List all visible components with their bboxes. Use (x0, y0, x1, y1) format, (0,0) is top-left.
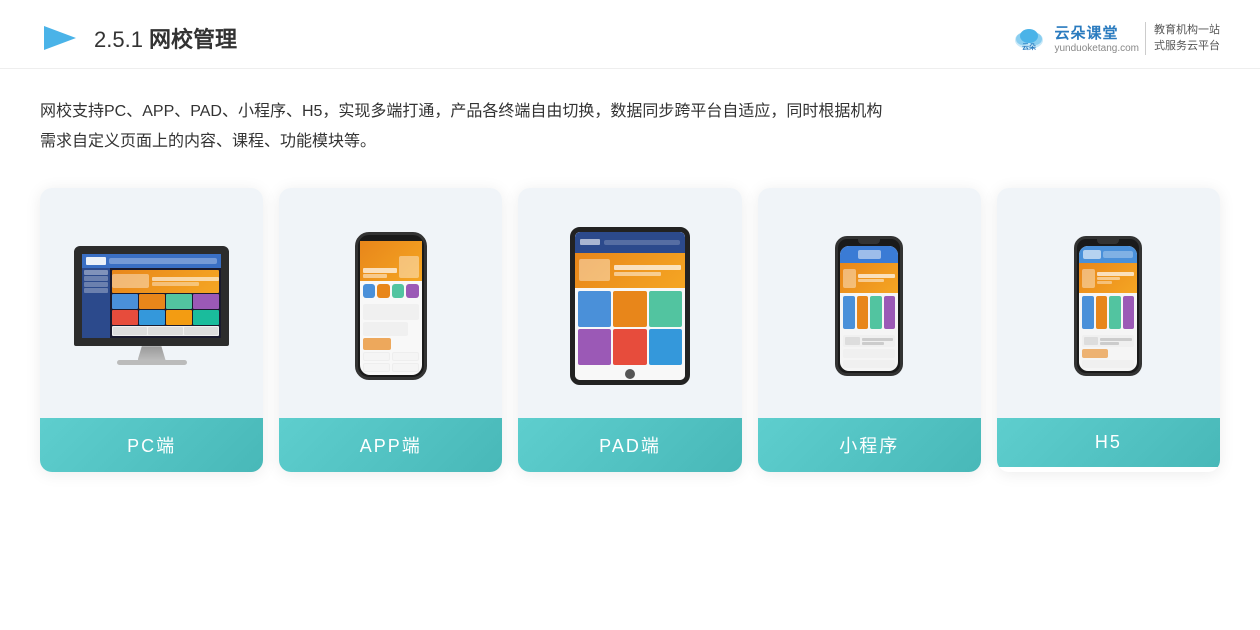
page-title: 2.5.1 网校管理 (94, 22, 237, 54)
card-app-label: APP端 (279, 418, 502, 472)
brand-name: 云朵课堂 (1054, 22, 1139, 43)
card-pad-image (518, 188, 741, 418)
brand-slogan: 教育机构一站 式服务云平台 (1145, 22, 1220, 55)
h5-phone (1074, 236, 1142, 376)
brand-url: yunduoketang.com (1054, 43, 1139, 54)
logo-arrow-icon (40, 18, 80, 58)
card-pc: PC端 (40, 188, 263, 472)
description-line1: 网校支持PC、APP、PAD、小程序、H5，实现多端打通，产品各终端自由切换，数… (40, 97, 1220, 127)
card-pad: PAD端 (518, 188, 741, 472)
brand-cloud-icon: 云朵 (1010, 19, 1048, 57)
card-h5-label: H5 (997, 418, 1220, 467)
card-app: APP端 (279, 188, 502, 472)
card-pad-label: PAD端 (518, 418, 741, 472)
miniprogram-phone (835, 236, 903, 376)
card-h5: H5 (997, 188, 1220, 472)
card-app-image (279, 188, 502, 418)
brand-text: 云朵课堂 yunduoketang.com (1054, 22, 1139, 54)
card-miniprogram: 小程序 (758, 188, 981, 472)
description-line2: 需求自定义页面上的内容、课程、功能模块等。 (40, 127, 1220, 157)
card-miniprogram-label: 小程序 (758, 418, 981, 472)
card-pc-label: PC端 (40, 418, 263, 472)
header-left: 2.5.1 网校管理 (40, 18, 237, 58)
pc-screen (74, 246, 229, 346)
header: 2.5.1 网校管理 云朵 云朵课堂 yunduoketang.com 教育机构… (0, 0, 1260, 69)
card-h5-image (997, 188, 1220, 418)
app-phone-mockup (355, 232, 427, 380)
svg-text:云朵: 云朵 (1022, 42, 1037, 51)
page: 2.5.1 网校管理 云朵 云朵课堂 yunduoketang.com 教育机构… (0, 0, 1260, 630)
card-miniprogram-image (758, 188, 981, 418)
cards-section: PC端 (0, 168, 1260, 492)
card-pc-image (40, 188, 263, 418)
description-block: 网校支持PC、APP、PAD、小程序、H5，实现多端打通，产品各终端自由切换，数… (0, 69, 1260, 168)
brand-logo: 云朵 云朵课堂 yunduoketang.com 教育机构一站 式服务云平台 (1010, 19, 1220, 57)
pad-mockup (570, 227, 690, 385)
